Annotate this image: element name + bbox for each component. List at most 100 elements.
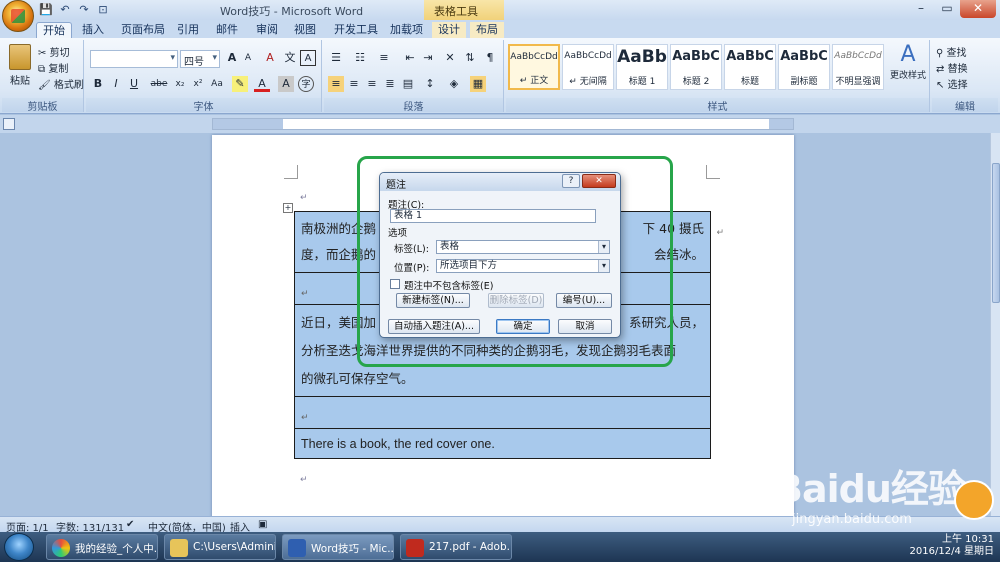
decrease-indent-icon[interactable]: ⇤ <box>402 50 418 66</box>
close-button[interactable]: ✕ <box>960 0 996 18</box>
align-center-icon[interactable]: ≡ <box>346 76 362 92</box>
shrink-font-button[interactable]: A <box>240 50 256 66</box>
paste-button[interactable]: 粘贴 <box>6 44 34 87</box>
justify-icon[interactable]: ≣ <box>382 76 398 92</box>
find-button[interactable]: ⚲ 查找 <box>936 44 967 59</box>
table-move-handle[interactable]: + <box>283 203 293 213</box>
tab-references[interactable]: 引用 <box>171 22 205 38</box>
increase-indent-icon[interactable]: ⇥ <box>420 50 436 66</box>
enclose-char-button[interactable]: 字 <box>298 76 314 92</box>
tab-insert[interactable]: 插入 <box>76 22 110 38</box>
save-icon[interactable]: 💾 <box>38 2 54 18</box>
char-shading-button[interactable]: A <box>278 76 294 92</box>
font-size-combo[interactable]: 四号 <box>180 50 220 68</box>
cut-button[interactable]: ✂ 剪切 <box>38 44 70 59</box>
numbering-icon[interactable]: ☷ <box>352 50 368 66</box>
tab-addins[interactable]: 加载项 <box>384 22 429 38</box>
customize-icon[interactable]: ⊡ <box>95 2 111 18</box>
underline-button[interactable]: U <box>126 76 142 92</box>
table-row[interactable]: There is a book, the red cover one. <box>294 429 711 459</box>
position-select[interactable]: 所选项目下方 <box>436 259 610 273</box>
tab-page-layout[interactable]: 页面布局 <box>115 22 171 38</box>
style-subtitle[interactable]: AaBbC 副标题 <box>778 44 830 90</box>
proofing-icon[interactable]: ✔ <box>126 519 134 530</box>
format-painter-button[interactable]: 🖌 格式刷 <box>38 76 84 91</box>
scrollbar-thumb[interactable] <box>992 163 1000 303</box>
exclude-label-checkbox[interactable] <box>390 279 400 289</box>
maximize-button[interactable]: ▭ <box>934 0 960 18</box>
copy-button[interactable]: ⧉ 复制 <box>38 60 68 75</box>
phonetic-button[interactable]: 文 <box>282 50 298 66</box>
style-subtle-emphasis[interactable]: AaBbCcDd 不明显强调 <box>832 44 884 90</box>
office-button[interactable] <box>2 0 34 32</box>
char-border-button[interactable]: A <box>300 50 316 66</box>
style-title[interactable]: AaBbC 标题 <box>724 44 776 90</box>
delete-label-button[interactable]: 删除标签(D) <box>488 293 544 308</box>
start-button[interactable] <box>4 533 34 561</box>
tab-view[interactable]: 视图 <box>288 22 322 38</box>
quick-access-toolbar: 💾 ↶ ↷ ⊡ <box>38 2 111 18</box>
shading-icon[interactable]: ◈ <box>446 76 462 92</box>
subscript-button[interactable]: x₂ <box>172 76 188 92</box>
font-color-button[interactable]: A <box>254 76 270 92</box>
replace-button[interactable]: ⇄ 替换 <box>936 60 968 75</box>
tab-review[interactable]: 审阅 <box>250 22 284 38</box>
tab-design[interactable]: 设计 <box>432 22 466 38</box>
numbering-button[interactable]: 编号(U)... <box>556 293 612 308</box>
style-normal[interactable]: AaBbCcDd ↵ 正文 <box>508 44 560 90</box>
minimize-button[interactable]: – <box>908 0 934 18</box>
undo-icon[interactable]: ↶ <box>57 2 73 18</box>
clear-format-button[interactable]: A <box>262 50 278 66</box>
change-case-button[interactable]: Aa <box>208 76 226 92</box>
borders-icon[interactable]: ▦ <box>470 76 486 92</box>
dialog-close-button[interactable]: ✕ <box>582 174 616 188</box>
clock[interactable]: 上午 10:31 2016/12/4 星期日 <box>910 534 994 558</box>
new-label-button[interactable]: 新建标签(N)... <box>396 293 470 308</box>
table-row[interactable]: ↵ <box>294 397 711 429</box>
vertical-scrollbar[interactable] <box>990 133 1000 516</box>
select-button[interactable]: ↖ 选择 <box>936 76 968 91</box>
line-spacing-icon[interactable]: ↕ <box>422 76 438 92</box>
tab-layout[interactable]: 布局 <box>470 22 504 38</box>
redo-icon[interactable]: ↷ <box>76 2 92 18</box>
macro-icon[interactable]: ▣ <box>258 519 267 530</box>
distributed-icon[interactable]: ▤ <box>400 76 416 92</box>
sort-icon[interactable]: ⇅ <box>462 50 478 66</box>
dialog-help-button[interactable]: ? <box>562 174 580 188</box>
style-heading-1[interactable]: AaBb 标题 1 <box>616 44 668 90</box>
taskbar-item-browser[interactable]: 我的经验_个人中... <box>46 534 158 560</box>
ok-button[interactable]: 确定 <box>496 319 550 334</box>
taskbar-item-pdf[interactable]: 217.pdf - Adob... <box>400 534 512 560</box>
style-sample: AaBbC <box>780 49 828 64</box>
align-left-icon[interactable]: ≡ <box>328 76 344 92</box>
italic-button[interactable]: I <box>108 76 124 92</box>
multilevel-icon[interactable]: ≡ <box>376 50 392 66</box>
style-no-spacing[interactable]: AaBbCcDd ↵ 无间隔 <box>562 44 614 90</box>
superscript-button[interactable]: x² <box>190 76 206 92</box>
tab-stop-selector[interactable] <box>3 118 15 130</box>
tab-developer[interactable]: 开发工具 <box>328 22 384 38</box>
tab-mailings[interactable]: 邮件 <box>210 22 244 38</box>
position-label: 位置(P): <box>394 263 430 274</box>
auto-caption-button[interactable]: 自动插入题注(A)... <box>388 319 480 334</box>
strikethrough-button[interactable]: abe <box>148 76 170 92</box>
cancel-button[interactable]: 取消 <box>558 319 612 334</box>
paste-icon <box>9 44 31 70</box>
font-name-combo[interactable] <box>90 50 178 68</box>
bold-button[interactable]: B <box>90 76 106 92</box>
horizontal-ruler[interactable] <box>212 118 794 130</box>
taskbar-item-word[interactable]: Word技巧 - Mic... <box>282 534 394 560</box>
tag-select[interactable]: 表格 <box>436 240 610 254</box>
crop-mark-tl <box>284 165 298 179</box>
caption-input[interactable]: 表格 1 <box>390 209 596 223</box>
show-marks-icon[interactable]: ¶ <box>482 50 498 66</box>
tab-home[interactable]: 开始 <box>36 22 72 38</box>
align-right-icon[interactable]: ≡ <box>364 76 380 92</box>
grow-font-button[interactable]: A <box>224 50 240 66</box>
change-styles-button[interactable]: A 更改样式 <box>888 42 928 81</box>
chinese-layout-icon[interactable]: ✕ <box>442 50 458 66</box>
style-heading-2[interactable]: AaBbC 标题 2 <box>670 44 722 90</box>
highlight-icon[interactable]: ✎ <box>232 76 248 92</box>
bullets-icon[interactable]: ☰ <box>328 50 344 66</box>
taskbar-item-explorer[interactable]: C:\Users\Admini... <box>164 534 276 560</box>
